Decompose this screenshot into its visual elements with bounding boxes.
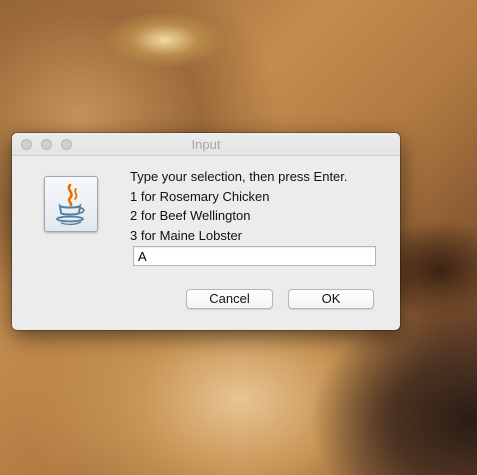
message-line-option-1: 1 for Rosemary Chicken <box>130 188 270 204</box>
ok-button[interactable]: OK <box>288 289 374 309</box>
message-line-option-2: 2 for Beef Wellington <box>130 208 251 223</box>
message-line-option-3: 3 for Maine Lobster <box>130 227 243 243</box>
java-coffee-cup-icon <box>44 176 98 232</box>
selection-input[interactable] <box>133 246 376 266</box>
dialog-message: Type your selection, then press Enter. 1… <box>130 167 348 245</box>
cancel-button[interactable]: Cancel <box>186 289 273 309</box>
title-bar: Input <box>12 133 400 156</box>
message-line-instruction: Type your selection, then press Enter. <box>130 169 348 184</box>
input-dialog: Input Type your selection, then press En… <box>12 133 400 330</box>
dialog-title: Input <box>191 137 221 152</box>
